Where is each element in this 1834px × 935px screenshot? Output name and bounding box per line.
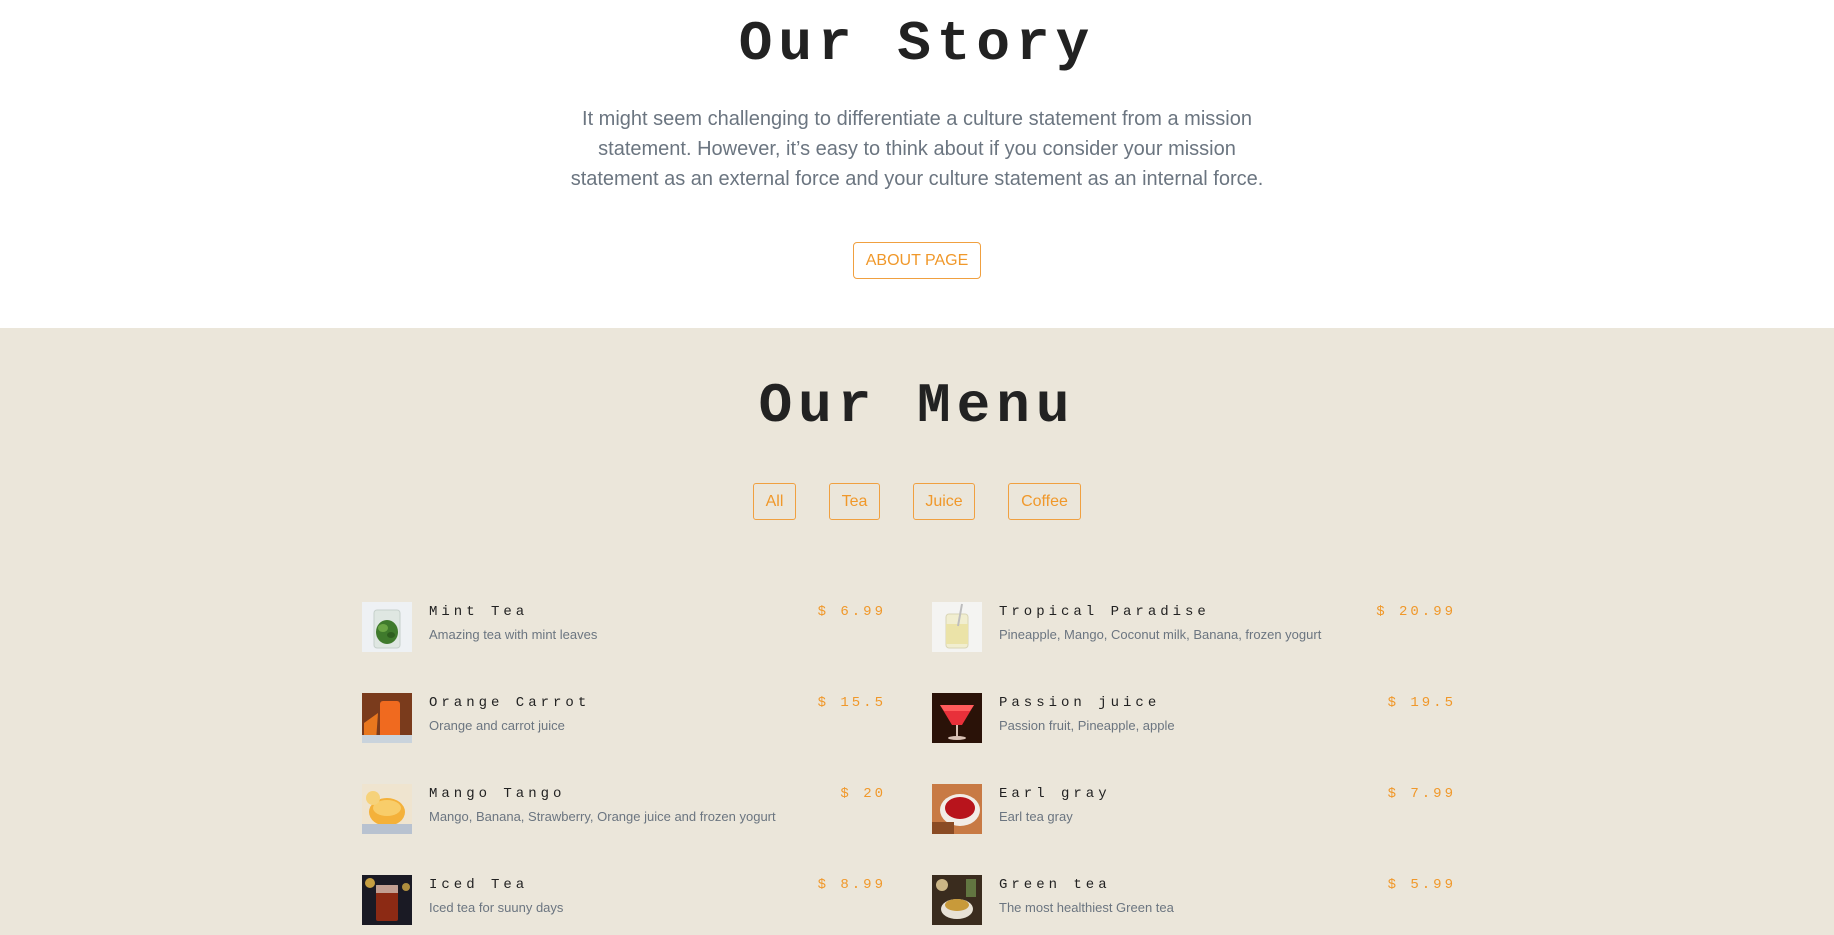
item-description: Pineapple, Mango, Coconut milk, Banana, … (999, 627, 1322, 642)
item-price: $ 7.99 (1387, 786, 1456, 802)
menu-item[interactable]: Orange Carrot Orange and carrot juice $ … (362, 693, 886, 745)
item-price: $ 8.99 (817, 877, 886, 893)
story-title: Our Story (738, 12, 1096, 76)
orange-carrot-image (362, 693, 412, 743)
menu-item[interactable]: Tropical Paradise Pineapple, Mango, Coco… (932, 602, 1456, 654)
passion-juice-image (932, 693, 982, 743)
item-description: Amazing tea with mint leaves (429, 627, 598, 642)
menu-item[interactable]: Iced Tea Iced tea for suuny days $ 8.99 (362, 875, 886, 927)
item-name: Mint Tea (429, 604, 529, 620)
earl-gray-image (932, 784, 982, 834)
iced-tea-image (362, 875, 412, 925)
menu-section: Our Menu All Tea Juice Coffee Mint Tea A… (0, 328, 1834, 935)
item-name: Earl gray (999, 786, 1111, 802)
item-name: Iced Tea (429, 877, 529, 893)
item-description: The most healthiest Green tea (999, 900, 1174, 915)
filter-all-button[interactable]: All (753, 483, 796, 520)
item-name: Orange Carrot (429, 695, 591, 711)
item-description: Orange and carrot juice (429, 718, 565, 733)
tropical-paradise-image (932, 602, 982, 652)
item-description: Iced tea for suuny days (429, 900, 564, 915)
item-name: Tropical Paradise (999, 604, 1210, 620)
item-name: Green tea (999, 877, 1111, 893)
item-description: Earl tea gray (999, 809, 1073, 824)
item-description: Mango, Banana, Strawberry, Orange juice … (429, 809, 776, 824)
item-price: $ 20.99 (1376, 604, 1456, 620)
menu-title: Our Menu (758, 374, 1076, 438)
menu-item[interactable]: Earl gray Earl tea gray $ 7.99 (932, 784, 1456, 836)
filter-coffee-button[interactable]: Coffee (1008, 483, 1081, 520)
about-page-button[interactable]: ABOUT PAGE (853, 242, 981, 279)
green-tea-image (932, 875, 982, 925)
item-price: $ 19.5 (1387, 695, 1456, 711)
story-section: Our Story It might seem challenging to d… (0, 0, 1834, 328)
story-description: It might seem challenging to differentia… (570, 108, 1264, 190)
menu-item[interactable]: Mint Tea Amazing tea with mint leaves $ … (362, 602, 886, 654)
menu-item[interactable]: Passion juice Passion fruit, Pineapple, … (932, 693, 1456, 745)
item-price: $ 15.5 (817, 695, 886, 711)
item-name: Passion juice (999, 695, 1161, 711)
mango-tango-image (362, 784, 412, 834)
item-name: Mango Tango (429, 786, 566, 802)
menu-item[interactable]: Green tea The most healthiest Green tea … (932, 875, 1456, 927)
filter-tea-button[interactable]: Tea (829, 483, 880, 520)
menu-item[interactable]: Mango Tango Mango, Banana, Strawberry, O… (362, 784, 886, 836)
item-price: $ 20 (840, 786, 886, 802)
item-price: $ 5.99 (1387, 877, 1456, 893)
filter-juice-button[interactable]: Juice (913, 483, 975, 520)
item-description: Passion fruit, Pineapple, apple (999, 718, 1175, 733)
mint-tea-image (362, 602, 412, 652)
item-price: $ 6.99 (817, 604, 886, 620)
